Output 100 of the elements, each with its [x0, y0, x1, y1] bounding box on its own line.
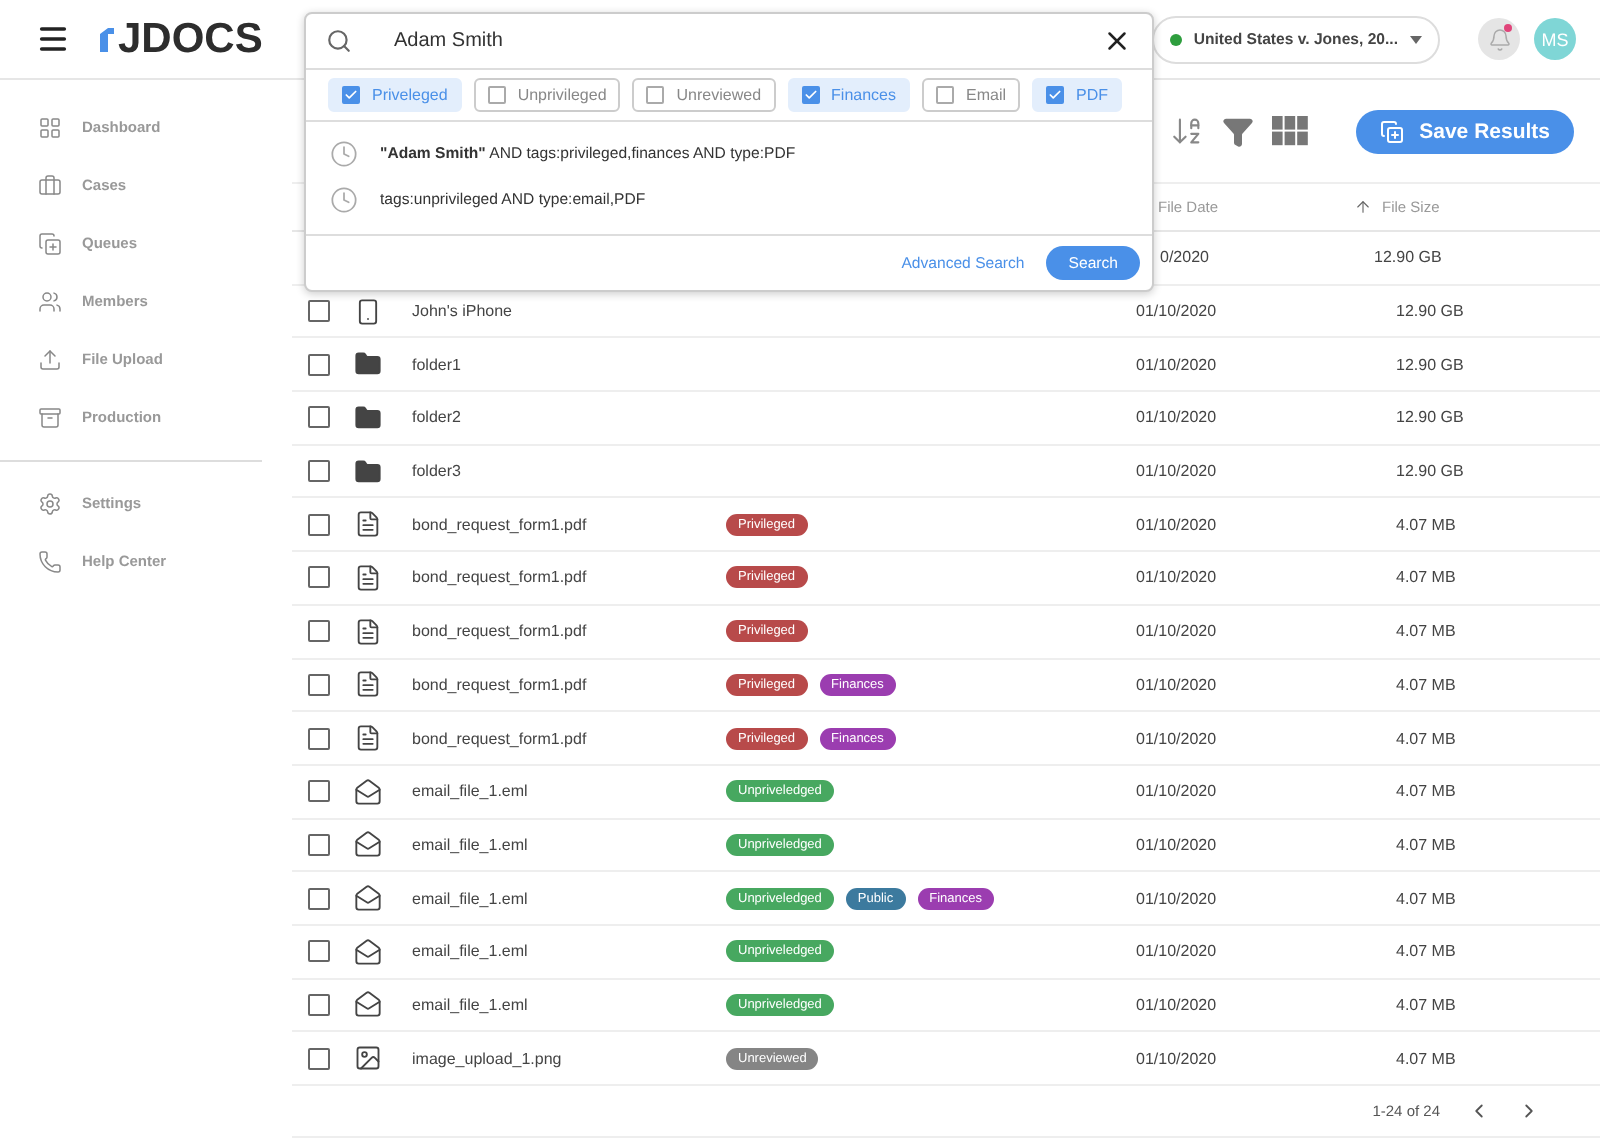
file-name: folder1	[412, 355, 463, 374]
row-checkbox[interactable]	[308, 780, 330, 803]
date-cell-text: 01/10/2020	[1136, 889, 1219, 908]
row-checkbox[interactable]	[308, 406, 330, 429]
filter-chip[interactable]: Priveleged	[328, 78, 462, 112]
size-cell-text: 4.07 MB	[1396, 622, 1458, 641]
size-cell-text: 12.90 GB	[1396, 462, 1466, 481]
open-envelope-icon	[354, 884, 382, 913]
row-checkbox[interactable]	[308, 887, 330, 910]
size-cell-text: 4.07 MB	[1396, 942, 1458, 961]
row-checkbox[interactable]	[308, 993, 330, 1016]
row-checkbox[interactable]	[308, 1047, 330, 1070]
open-envelope-icon	[354, 990, 382, 1019]
stacked-plus-icon	[1379, 119, 1404, 143]
menu-icon[interactable]	[36, 22, 70, 56]
save-results-button[interactable]: Save Results	[1355, 109, 1574, 153]
check-icon	[1048, 88, 1063, 102]
caret-icon	[1410, 35, 1422, 43]
dashboard-icon	[38, 115, 62, 139]
file-name: email_file_1.eml	[412, 782, 530, 801]
clock-icon	[330, 185, 358, 213]
open-envelope-icon	[354, 830, 382, 859]
date-cell-text: 01/10/2020	[1136, 462, 1219, 481]
file-name: folder2	[412, 408, 463, 427]
date-cell-text: 01/10/2020	[1136, 675, 1219, 694]
date-cell-text: 01/10/2020	[1136, 408, 1219, 427]
filter-button[interactable]	[1221, 115, 1254, 147]
date-cell-text: 01/10/2020	[1136, 302, 1219, 321]
size-cell-text: 4.07 MB	[1396, 835, 1458, 854]
file-name: bond_request_form1.pdf	[412, 515, 589, 534]
stacked-plus-icon	[38, 231, 62, 255]
arrow-up-icon	[1354, 198, 1372, 216]
size-cell-text: 12.90 GB	[1396, 302, 1466, 321]
notifications-button[interactable]	[1478, 18, 1520, 60]
size-cell-text: 4.07 MB	[1396, 675, 1458, 694]
filter-chip[interactable]: Unreviewed	[632, 78, 776, 112]
date-cell-text: 0/2020	[1158, 248, 1211, 267]
size-cell-text: 4.07 MB	[1396, 782, 1458, 801]
filter-chip[interactable]: Finances	[787, 78, 910, 112]
search-field[interactable]: Adam Smith	[390, 28, 1102, 54]
file-name: email_file_1.eml	[412, 889, 530, 908]
date-cell-text: 01/10/2020	[1136, 355, 1219, 374]
date-cell-text: 01/10/2020	[1136, 995, 1219, 1014]
folder-icon	[354, 350, 382, 379]
close-button[interactable]	[1102, 26, 1132, 56]
file-name: bond_request_form1.pdf	[412, 568, 589, 587]
size-cell-text: 4.07 MB	[1396, 995, 1458, 1014]
row-checkbox[interactable]	[308, 727, 330, 750]
row-checkbox[interactable]	[308, 566, 330, 589]
size-cell-text: 12.90 GB	[1374, 248, 1444, 267]
check-icon	[344, 88, 358, 102]
upload-icon	[38, 347, 62, 371]
row-checkbox[interactable]	[308, 673, 330, 696]
size-cell-text: 12.90 GB	[1396, 355, 1466, 374]
size-cell-text: 12.90 GB	[1396, 408, 1466, 427]
people-icon	[38, 289, 62, 313]
file-name: bond_request_form1.pdf	[412, 675, 589, 694]
size-cell-text: 4.07 MB	[1396, 515, 1458, 534]
row-checkbox[interactable]	[308, 460, 330, 483]
archive-box-icon	[38, 405, 62, 429]
user-avatar[interactable]: MS	[1534, 18, 1576, 60]
row-checkbox[interactable]	[308, 620, 330, 643]
briefcase-icon	[38, 173, 62, 197]
file-name: bond_request_form1.pdf	[412, 729, 589, 748]
date-cell-text: 01/10/2020	[1136, 729, 1219, 748]
document-icon	[354, 617, 382, 646]
row-checkbox[interactable]	[308, 300, 330, 323]
date-cell-text: 01/10/2020	[1136, 568, 1219, 587]
size-cell-text: 4.07 MB	[1396, 568, 1458, 587]
phone-icon	[354, 297, 382, 326]
search-icon	[326, 28, 352, 54]
filter-chip[interactable]: Email	[922, 78, 1021, 112]
open-envelope-icon	[354, 937, 382, 966]
filter-chip[interactable]: Unprivileged	[473, 78, 621, 112]
bell-icon	[1487, 27, 1511, 51]
document-icon	[354, 670, 382, 699]
row-checkbox[interactable]	[308, 940, 330, 963]
folder-icon	[354, 457, 382, 486]
size-cell-text: 4.07 MB	[1396, 889, 1458, 908]
date-cell-text: 01/10/2020	[1136, 1049, 1219, 1068]
document-icon	[354, 510, 382, 539]
clock-icon	[330, 139, 358, 167]
size-cell-text: 4.07 MB	[1396, 729, 1458, 748]
app-logo: JDOCS	[118, 15, 263, 63]
file-name: email_file_1.eml	[412, 942, 530, 961]
file-name: bond_request_form1.pdf	[412, 622, 589, 641]
file-name: image_upload_1.png	[412, 1049, 564, 1068]
filter-chip[interactable]: PDF	[1032, 78, 1123, 112]
check-icon	[803, 88, 818, 102]
row-checkbox[interactable]	[308, 513, 330, 536]
date-cell-text: 01/10/2020	[1136, 942, 1219, 961]
sort-az-button[interactable]	[1169, 114, 1204, 148]
row-checkbox[interactable]	[308, 353, 330, 376]
image-icon	[354, 1044, 382, 1073]
logo-icon	[98, 25, 114, 53]
file-name: John's iPhone	[412, 302, 515, 321]
phone-icon	[38, 549, 62, 573]
grid-view-button[interactable]	[1271, 116, 1308, 146]
date-cell-text: 01/10/2020	[1136, 835, 1219, 854]
row-checkbox[interactable]	[308, 833, 330, 856]
